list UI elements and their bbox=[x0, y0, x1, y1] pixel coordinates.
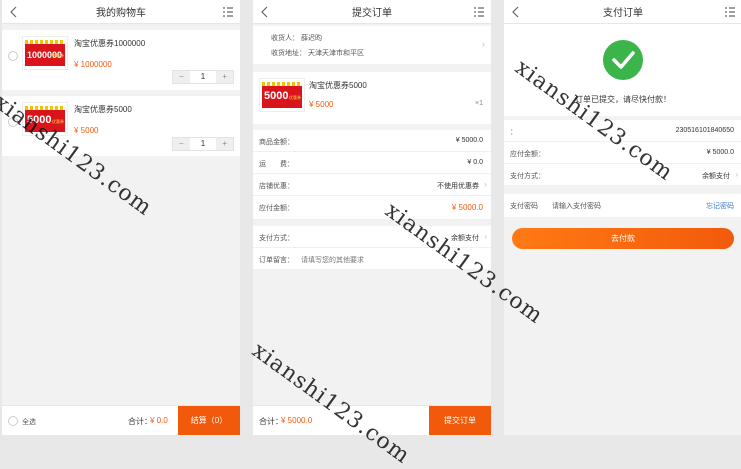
password-row: 支付密码 请输入支付密码 忘记密码 bbox=[504, 194, 741, 218]
cart-item: 5000 优惠券 淘宝优惠券5000 ¥ 5000 − 1 + bbox=[2, 96, 240, 156]
total-label: 合计： bbox=[128, 417, 152, 426]
cart-footer: 全选 合计： ¥ 0.0 结算（0） bbox=[2, 405, 240, 435]
minus-button[interactable]: − bbox=[173, 138, 190, 150]
payable-row: 应付金额： ¥ 5000.0 bbox=[253, 196, 491, 220]
back-arrow-icon[interactable] bbox=[259, 5, 271, 19]
order-nav-bar: 提交订单 bbox=[253, 0, 491, 24]
order-footer: 合计： ¥ 5000.0 提交订单 bbox=[253, 405, 491, 435]
minus-button[interactable]: − bbox=[173, 71, 190, 83]
product-thumbnail[interactable]: 1000000 优惠券 bbox=[22, 36, 68, 70]
product-thumbnail[interactable]: 5000 优惠券 bbox=[22, 102, 68, 136]
cart-screen: 我的购物车 1000000 优惠券 淘宝优惠券1000000 ¥ 1000000 … bbox=[2, 0, 240, 435]
chevron-right-icon: › bbox=[482, 39, 485, 49]
select-all-label[interactable]: 全选 bbox=[22, 417, 36, 427]
order-number-row: ： 230516101840650 bbox=[504, 120, 741, 142]
product-name[interactable]: 淘宝优惠券1000000 bbox=[74, 38, 145, 49]
coupon-row[interactable]: 店铺优惠： 不使用优惠券 › bbox=[253, 174, 491, 196]
order-note-row: 订单留言： 请填写您的其他要求 bbox=[253, 248, 491, 270]
total-label: 合计： bbox=[259, 417, 283, 426]
checkout-button[interactable]: 结算（0） bbox=[178, 406, 240, 435]
forgot-password-link[interactable]: 忘记密码 bbox=[706, 201, 734, 211]
product-price: ¥ 5000 bbox=[309, 100, 334, 109]
page-title: 支付订单 bbox=[603, 8, 643, 19]
pay-method-row[interactable]: 支付方式： 余额支付 › bbox=[504, 164, 741, 186]
plus-button[interactable]: + bbox=[216, 138, 234, 150]
menu-icon[interactable] bbox=[473, 6, 485, 18]
product-name: 淘宝优惠券5000 bbox=[309, 81, 367, 90]
order-product: 5000 优惠券 淘宝优惠券5000 ¥ 5000 ×1 bbox=[253, 72, 491, 124]
chevron-right-icon: › bbox=[484, 232, 487, 241]
order-note-input[interactable]: 请填写您的其他要求 bbox=[301, 255, 364, 265]
product-name[interactable]: 淘宝优惠券5000 bbox=[74, 104, 132, 115]
quantity-value[interactable]: 1 bbox=[190, 138, 217, 150]
payment-method-row[interactable]: 支付方式： 余额支付 › bbox=[253, 226, 491, 248]
total-value: ¥ 0.0 bbox=[150, 416, 168, 425]
cart-nav-bar: 我的购物车 bbox=[2, 0, 240, 24]
product-quantity: ×1 bbox=[475, 100, 483, 107]
goods-amount-row: 商品金额： ¥ 5000.0 bbox=[253, 130, 491, 152]
total-value: ¥ 5000.0 bbox=[281, 416, 313, 425]
plus-button[interactable]: + bbox=[216, 71, 234, 83]
product-thumbnail: 5000 优惠券 bbox=[259, 78, 305, 112]
chevron-right-icon: › bbox=[735, 170, 738, 179]
pay-button[interactable]: 去付款 bbox=[512, 228, 734, 249]
menu-icon[interactable] bbox=[222, 6, 234, 18]
back-arrow-icon[interactable] bbox=[8, 5, 20, 19]
payment-screen: 支付订单 订单已提交，请尽快付款！ ： 230516101840650 应付金额：… bbox=[504, 0, 741, 435]
address-block[interactable]: 收货人： 薛迟昀 收货地址： 天津天津市和平区 › bbox=[253, 26, 491, 64]
submit-order-screen: 提交订单 收货人： 薛迟昀 收货地址： 天津天津市和平区 › 5000 优惠券 淘… bbox=[253, 0, 491, 435]
cart-item: 1000000 优惠券 淘宝优惠券1000000 ¥ 1000000 − 1 + bbox=[2, 30, 240, 90]
receiver-address: 收货地址： 天津天津市和平区 bbox=[271, 50, 364, 57]
select-all-radio[interactable] bbox=[8, 416, 18, 426]
submit-order-button[interactable]: 提交订单 bbox=[429, 406, 491, 435]
quantity-stepper: − 1 + bbox=[172, 137, 234, 151]
receiver-name: 收货人： 薛迟昀 bbox=[271, 35, 322, 42]
amount-row: 应付金额： ¥ 5000.0 bbox=[504, 142, 741, 164]
success-check-icon bbox=[603, 40, 643, 80]
menu-icon[interactable] bbox=[724, 6, 736, 18]
payment-nav-bar: 支付订单 bbox=[504, 0, 741, 24]
password-input[interactable]: 请输入支付密码 bbox=[552, 201, 601, 211]
shipping-row: 运 费： ¥ 0.0 bbox=[253, 152, 491, 174]
item-select-radio[interactable] bbox=[8, 51, 18, 61]
page-title: 提交订单 bbox=[352, 8, 392, 19]
page-title: 我的购物车 bbox=[96, 8, 146, 19]
back-arrow-icon[interactable] bbox=[510, 5, 522, 19]
quantity-stepper: − 1 + bbox=[172, 70, 234, 84]
product-price: ¥ 5000 bbox=[74, 126, 99, 135]
item-select-radio[interactable] bbox=[8, 117, 18, 127]
product-price: ¥ 1000000 bbox=[74, 60, 112, 69]
order-submitted-message: 订单已提交，请尽快付款！ bbox=[575, 95, 671, 104]
chevron-right-icon: › bbox=[484, 180, 487, 189]
quantity-value[interactable]: 1 bbox=[190, 71, 217, 83]
